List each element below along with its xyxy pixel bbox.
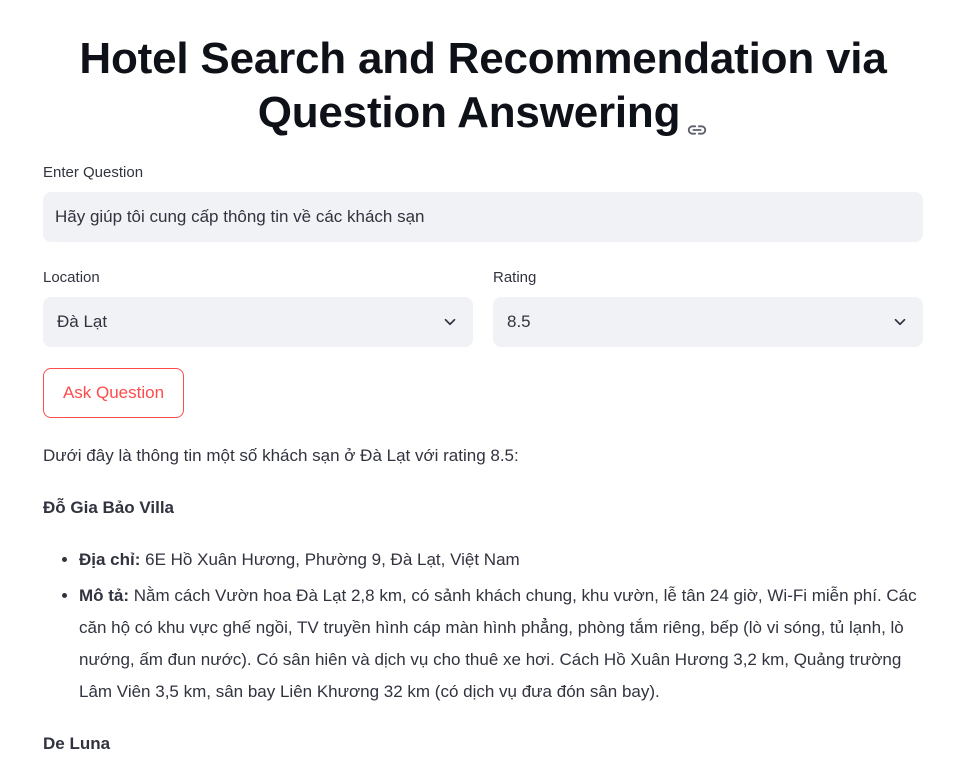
main-container: Hotel Search and Recommendation via Ques… (43, 0, 923, 753)
answer-intro: Dưới đây là thông tin một số khách sạn ở… (43, 446, 519, 465)
filters-row: Location Đà Lạt Rating 8.5 (43, 268, 923, 347)
hotel-description-item: Mô tả: Nằm cách Vườn hoa Đà Lạt 2,8 km, … (79, 580, 923, 708)
page-title-text: Hotel Search and Recommendation via Ques… (79, 34, 887, 137)
ask-question-button[interactable]: Ask Question (43, 368, 184, 418)
location-select[interactable]: Đà Lạt (43, 297, 473, 347)
rating-select[interactable]: 8.5 (493, 297, 923, 347)
page-title: Hotel Search and Recommendation via Ques… (43, 0, 923, 140)
rating-selected-value: 8.5 (507, 312, 531, 331)
chevron-down-icon (444, 318, 456, 326)
question-label: Enter Question (43, 164, 144, 181)
answer-output: Dưới đây là thông tin một số khách sạn ở… (43, 440, 923, 780)
hotel-description: Nằm cách Vườn hoa Đà Lạt 2,8 km, có sảnh… (79, 586, 917, 701)
chevron-down-icon (894, 318, 906, 326)
hotel-name: De Luna (43, 734, 111, 753)
link-icon[interactable] (686, 100, 708, 135)
hotel-address-item: Địa chỉ: 6E Hồ Xuân Hương, Phường 9, Đà … (79, 544, 923, 576)
hotel-address: 6E Hồ Xuân Hương, Phường 9, Đà Lạt, Việt… (145, 550, 520, 569)
question-field: Enter Question Hãy giúp tôi cung cấp thô… (43, 163, 923, 242)
question-input[interactable]: Hãy giúp tôi cung cấp thông tin về các k… (43, 192, 923, 242)
hotel-details-list: Địa chỉ: 6E Hồ Xuân Hương, Phường 9, Đà … (43, 544, 923, 708)
rating-field: Rating 8.5 (493, 268, 923, 347)
rating-label: Rating (493, 269, 537, 286)
location-label: Location (43, 269, 100, 286)
description-label: Mô tả: (79, 586, 130, 605)
address-label: Địa chỉ: (79, 550, 141, 569)
location-selected-value: Đà Lạt (57, 312, 108, 331)
hotel-name: Đỗ Gia Bảo Villa (43, 498, 175, 517)
location-field: Location Đà Lạt (43, 268, 473, 347)
